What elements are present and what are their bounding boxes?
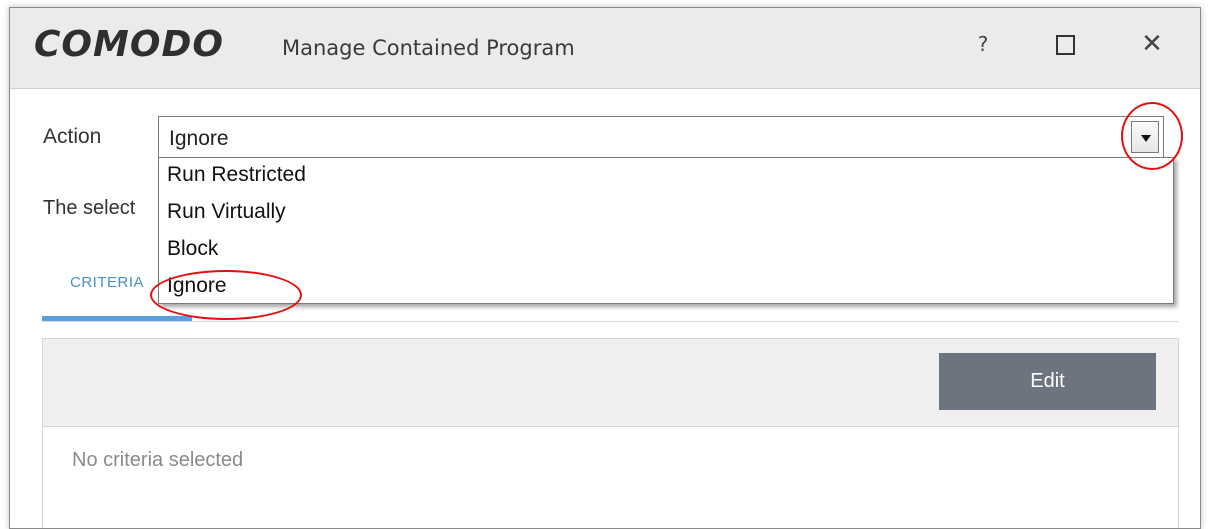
maximize-icon	[1056, 35, 1075, 55]
action-dropdown-list: Run Restricted Run Virtually Block Ignor…	[158, 157, 1174, 304]
action-combobox[interactable]: Ignore	[158, 116, 1164, 158]
option-run-virtually[interactable]: Run Virtually	[167, 200, 286, 224]
title-divider	[10, 88, 1200, 89]
title-bar: COMODO Manage Contained Program ? ✕	[10, 8, 1200, 88]
criteria-panel: Edit No criteria selected	[42, 338, 1179, 528]
option-block[interactable]: Block	[167, 237, 218, 261]
manage-contained-program-dialog: COMODO Manage Contained Program ? ✕ Acti…	[9, 7, 1201, 529]
edit-button[interactable]: Edit	[939, 353, 1156, 410]
action-label: Action	[43, 125, 102, 148]
arrow-highlight-circle	[1121, 102, 1183, 170]
description-text: The select	[43, 197, 136, 219]
empty-criteria-text: No criteria selected	[72, 449, 244, 471]
maximize-button[interactable]	[1044, 24, 1084, 64]
tab-divider	[42, 321, 1179, 322]
close-button[interactable]: ✕	[1132, 24, 1172, 64]
dialog-title: Manage Contained Program	[282, 36, 575, 60]
tab-criteria[interactable]: CRITERIA	[70, 274, 144, 291]
action-selected-value: Ignore	[169, 127, 229, 150]
criteria-toolbar: Edit	[43, 339, 1178, 427]
ignore-highlight-circle	[150, 270, 302, 320]
help-button[interactable]: ?	[963, 24, 1003, 64]
comodo-logo: COMODO	[34, 24, 224, 65]
option-run-restricted[interactable]: Run Restricted	[167, 163, 306, 187]
